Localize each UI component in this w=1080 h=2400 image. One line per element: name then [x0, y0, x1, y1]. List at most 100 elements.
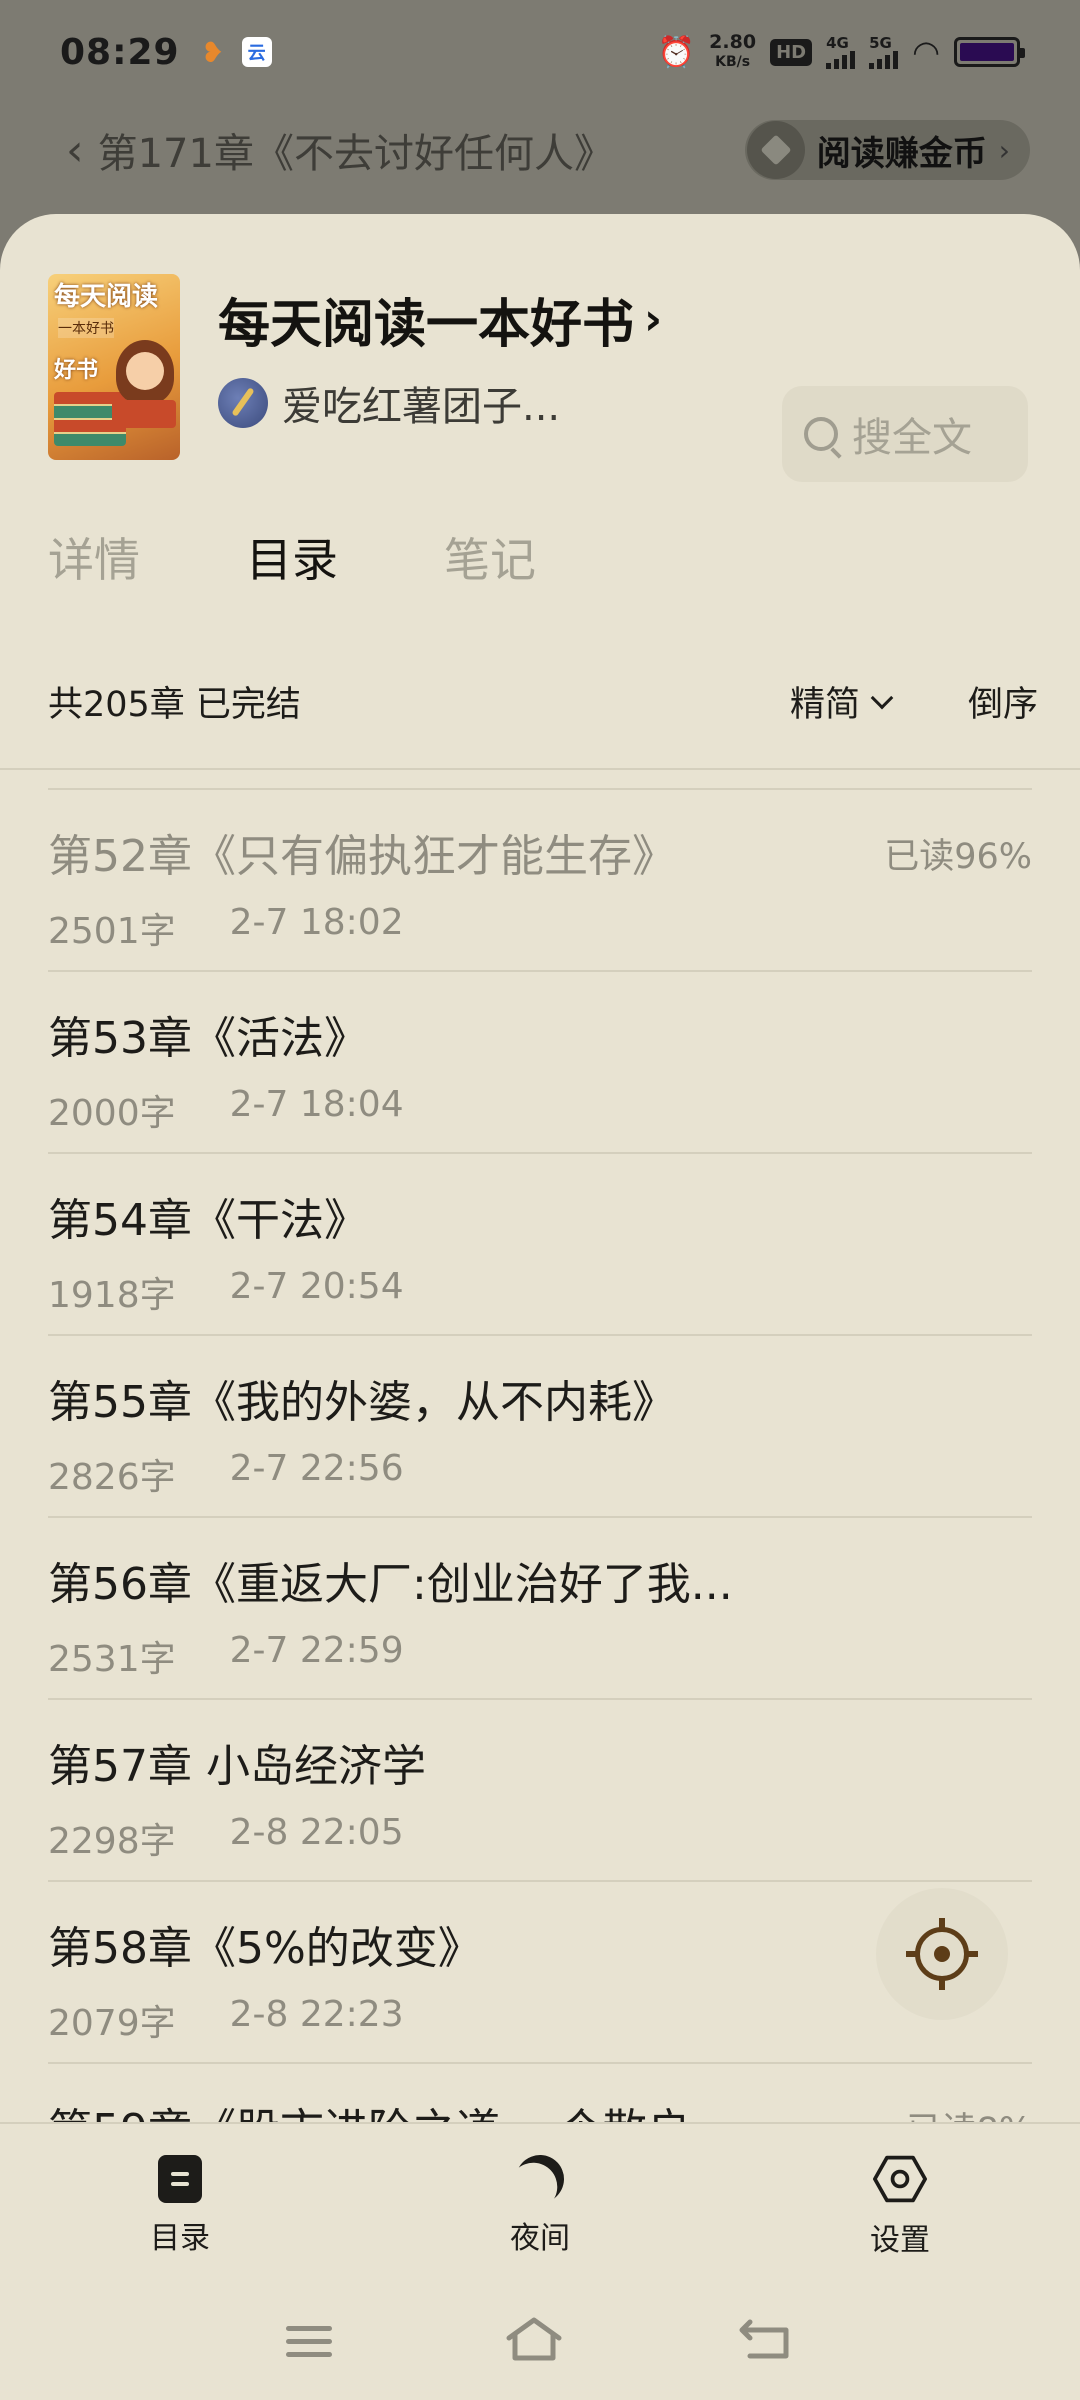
chapter-title: 第58章《5%的改变》 — [48, 1923, 482, 1974]
network-speed-unit: KB/s — [715, 54, 751, 70]
wifi-icon: ◠ — [912, 33, 940, 71]
chapter-date: 2-8 22:05 — [229, 1812, 404, 1853]
chapter-date: 2-7 22:59 — [229, 1630, 404, 1671]
simplify-dropdown[interactable]: 精简 — [789, 676, 894, 727]
chapter-word-count: 2826字 — [48, 1457, 176, 1498]
cloud-app-icon: 云 — [241, 37, 272, 67]
cover-face-illustration — [126, 352, 164, 390]
chapter-item[interactable]: 第56章《重返大厂:创业治好了我... 2531字 2-7 22:59 — [48, 1516, 1032, 1698]
earn-coins-label: 阅读赚金币 — [816, 133, 987, 174]
author-row[interactable]: 爱吃红薯团子... — [218, 374, 560, 432]
cover-title-text: 每天阅读 — [54, 282, 159, 312]
chapter-progress: 已读96% — [884, 837, 1032, 877]
chapter-item[interactable]: 第53章《活法》 2000字 2-7 18:04 — [48, 970, 1032, 1152]
network-speed: 2.80 KB/s — [709, 32, 756, 72]
chapter-meta: 1918字 2-7 20:54 — [48, 1266, 404, 1318]
author-name: 爱吃红薯团子... — [282, 384, 561, 430]
chapter-title: 第54章《干法》 — [48, 1195, 368, 1246]
reader-header: ‹ 第171章《不去讨好任何人》 阅读赚金币 › — [0, 110, 1080, 190]
chapter-item[interactable]: 第57章 小岛经济学 2298字 2-8 22:05 — [48, 1698, 1032, 1880]
status-time: 08:29 — [60, 31, 180, 73]
app-notification-icon: ❥ — [200, 35, 225, 69]
reverse-order-button[interactable]: 倒序 — [968, 676, 1038, 727]
chapter-date: 2-7 18:04 — [229, 1084, 404, 1125]
chevron-right-icon: › — [998, 133, 1010, 167]
chapter-word-count: 2531字 — [48, 1639, 176, 1680]
bottom-nav: 目录 夜间 设置 — [0, 2124, 1080, 2274]
chapter-item[interactable]: 第55章《我的外婆，从不内耗》 2826字 2-7 22:56 — [48, 1334, 1032, 1516]
tab-details[interactable]: 详情 — [48, 524, 140, 590]
chapter-meta: 2501字 2-7 18:02 — [48, 902, 404, 954]
network-speed-value: 2.80 — [709, 31, 757, 53]
chapter-title: 第53章《活法》 — [48, 1013, 368, 1064]
back-chevron-icon[interactable]: ‹ — [66, 125, 84, 176]
nav-settings-button[interactable]: 设置 — [720, 2124, 1080, 2274]
chapter-meta: 2298字 2-8 22:05 — [48, 1812, 404, 1864]
chapter-title: 第55章《我的外婆，从不内耗》 — [48, 1377, 676, 1428]
sim2-signal-icon: 5G — [869, 33, 899, 69]
chevron-right-icon: › — [644, 294, 663, 345]
chapter-meta: 2826字 2-7 22:56 — [48, 1448, 404, 1500]
author-avatar — [218, 378, 268, 428]
catalog-sheet: 每天阅读 一本好书 好书 每天阅读一本好书 › 爱吃红薯团子... 搜全文 详情… — [0, 214, 1080, 2400]
chapter-meta: 2079字 2-8 22:23 — [48, 1994, 404, 2046]
nav-night-button[interactable]: 夜间 — [360, 2124, 720, 2274]
chapter-word-count: 1918字 — [48, 1275, 176, 1316]
status-indicators: ⏰ 2.80 KB/s HD 4G 5G ◠ — [658, 32, 1025, 72]
catalog-summary: 共205章 已完结 精简 倒序 — [48, 676, 1038, 727]
chapter-word-count: 2000字 — [48, 1093, 176, 1134]
divider — [0, 768, 1080, 770]
nav-night-label: 夜间 — [510, 2221, 570, 2256]
chapter-word-count: 2079字 — [48, 2003, 176, 2044]
search-icon — [804, 417, 838, 451]
cover-subtitle-text: 一本好书 — [58, 318, 114, 338]
sim1-signal-icon: 4G — [826, 33, 856, 69]
nav-settings-label: 设置 — [870, 2223, 930, 2258]
battery-icon — [954, 37, 1025, 67]
nav-catalog-label: 目录 — [150, 2221, 210, 2256]
status-app-icons: ❥ 云 — [198, 35, 272, 69]
book-cover[interactable]: 每天阅读 一本好书 好书 — [48, 274, 180, 460]
system-navigation-bar — [0, 2296, 1080, 2386]
sim2-network-type: 5G — [869, 33, 892, 52]
chapter-count: 共205章 已完结 — [48, 685, 301, 725]
search-full-text-button[interactable]: 搜全文 — [782, 386, 1028, 482]
chapter-title: 第52章《只有偏执狂才能生存》 — [48, 831, 676, 882]
chapter-item[interactable]: 第54章《干法》 1918字 2-7 20:54 — [48, 1152, 1032, 1334]
toc-icon — [158, 2155, 202, 2203]
nav-catalog-button[interactable]: 目录 — [0, 2124, 360, 2274]
chapter-meta: 2000字 2-7 18:04 — [48, 1084, 404, 1136]
chapter-date: 2-8 22:23 — [229, 1994, 404, 2035]
chapter-word-count: 2298字 — [48, 1821, 176, 1862]
book-header: 每天阅读 一本好书 好书 每天阅读一本好书 › 爱吃红薯团子... 搜全文 — [48, 274, 1032, 482]
chapter-date: 2-7 18:02 — [229, 902, 404, 943]
chevron-down-icon — [870, 686, 894, 709]
tab-catalog[interactable]: 目录 — [246, 524, 338, 590]
cover-subtitle-text-2: 好书 — [54, 358, 99, 383]
chapter-list: 第52章《只有偏执狂才能生存》 已读96% 2501字 2-7 18:02 第5… — [48, 788, 1032, 2244]
coin-icon — [746, 121, 805, 179]
locate-current-chapter-button[interactable] — [876, 1888, 1008, 2020]
hd-voice-icon: HD — [770, 38, 813, 66]
chapter-title: 第57章 小岛经济学 — [48, 1741, 426, 1792]
chapter-date: 2-7 22:56 — [229, 1448, 404, 1489]
search-label: 搜全文 — [852, 415, 972, 461]
status-bar: 08:29 ❥ 云 ⏰ 2.80 KB/s HD 4G 5G ◠ — [0, 0, 1080, 104]
simplify-label: 精简 — [789, 685, 860, 725]
earn-coins-button[interactable]: 阅读赚金币 › — [744, 120, 1030, 180]
chapter-meta: 2531字 2-7 22:59 — [48, 1630, 404, 1682]
cover-open-book-illustration — [112, 400, 176, 428]
reader-chapter-title: 第171章《不去讨好任何人》 — [97, 131, 614, 177]
chapter-title: 第56章《重返大厂:创业治好了我... — [48, 1559, 733, 1610]
book-title: 每天阅读一本好书 — [218, 295, 635, 355]
sim1-network-type: 4G — [826, 33, 849, 52]
recent-apps-icon[interactable] — [286, 2325, 333, 2357]
tab-notes[interactable]: 笔记 — [444, 524, 536, 590]
book-title-link[interactable]: 每天阅读一本好书 › — [218, 282, 662, 357]
chapter-word-count: 2501字 — [48, 911, 176, 952]
moon-icon — [509, 2148, 571, 2210]
home-icon[interactable] — [505, 2314, 563, 2368]
back-icon[interactable] — [736, 2314, 794, 2368]
crosshair-icon — [906, 1918, 978, 1990]
chapter-item[interactable]: 第52章《只有偏执狂才能生存》 已读96% 2501字 2-7 18:02 — [48, 788, 1032, 970]
